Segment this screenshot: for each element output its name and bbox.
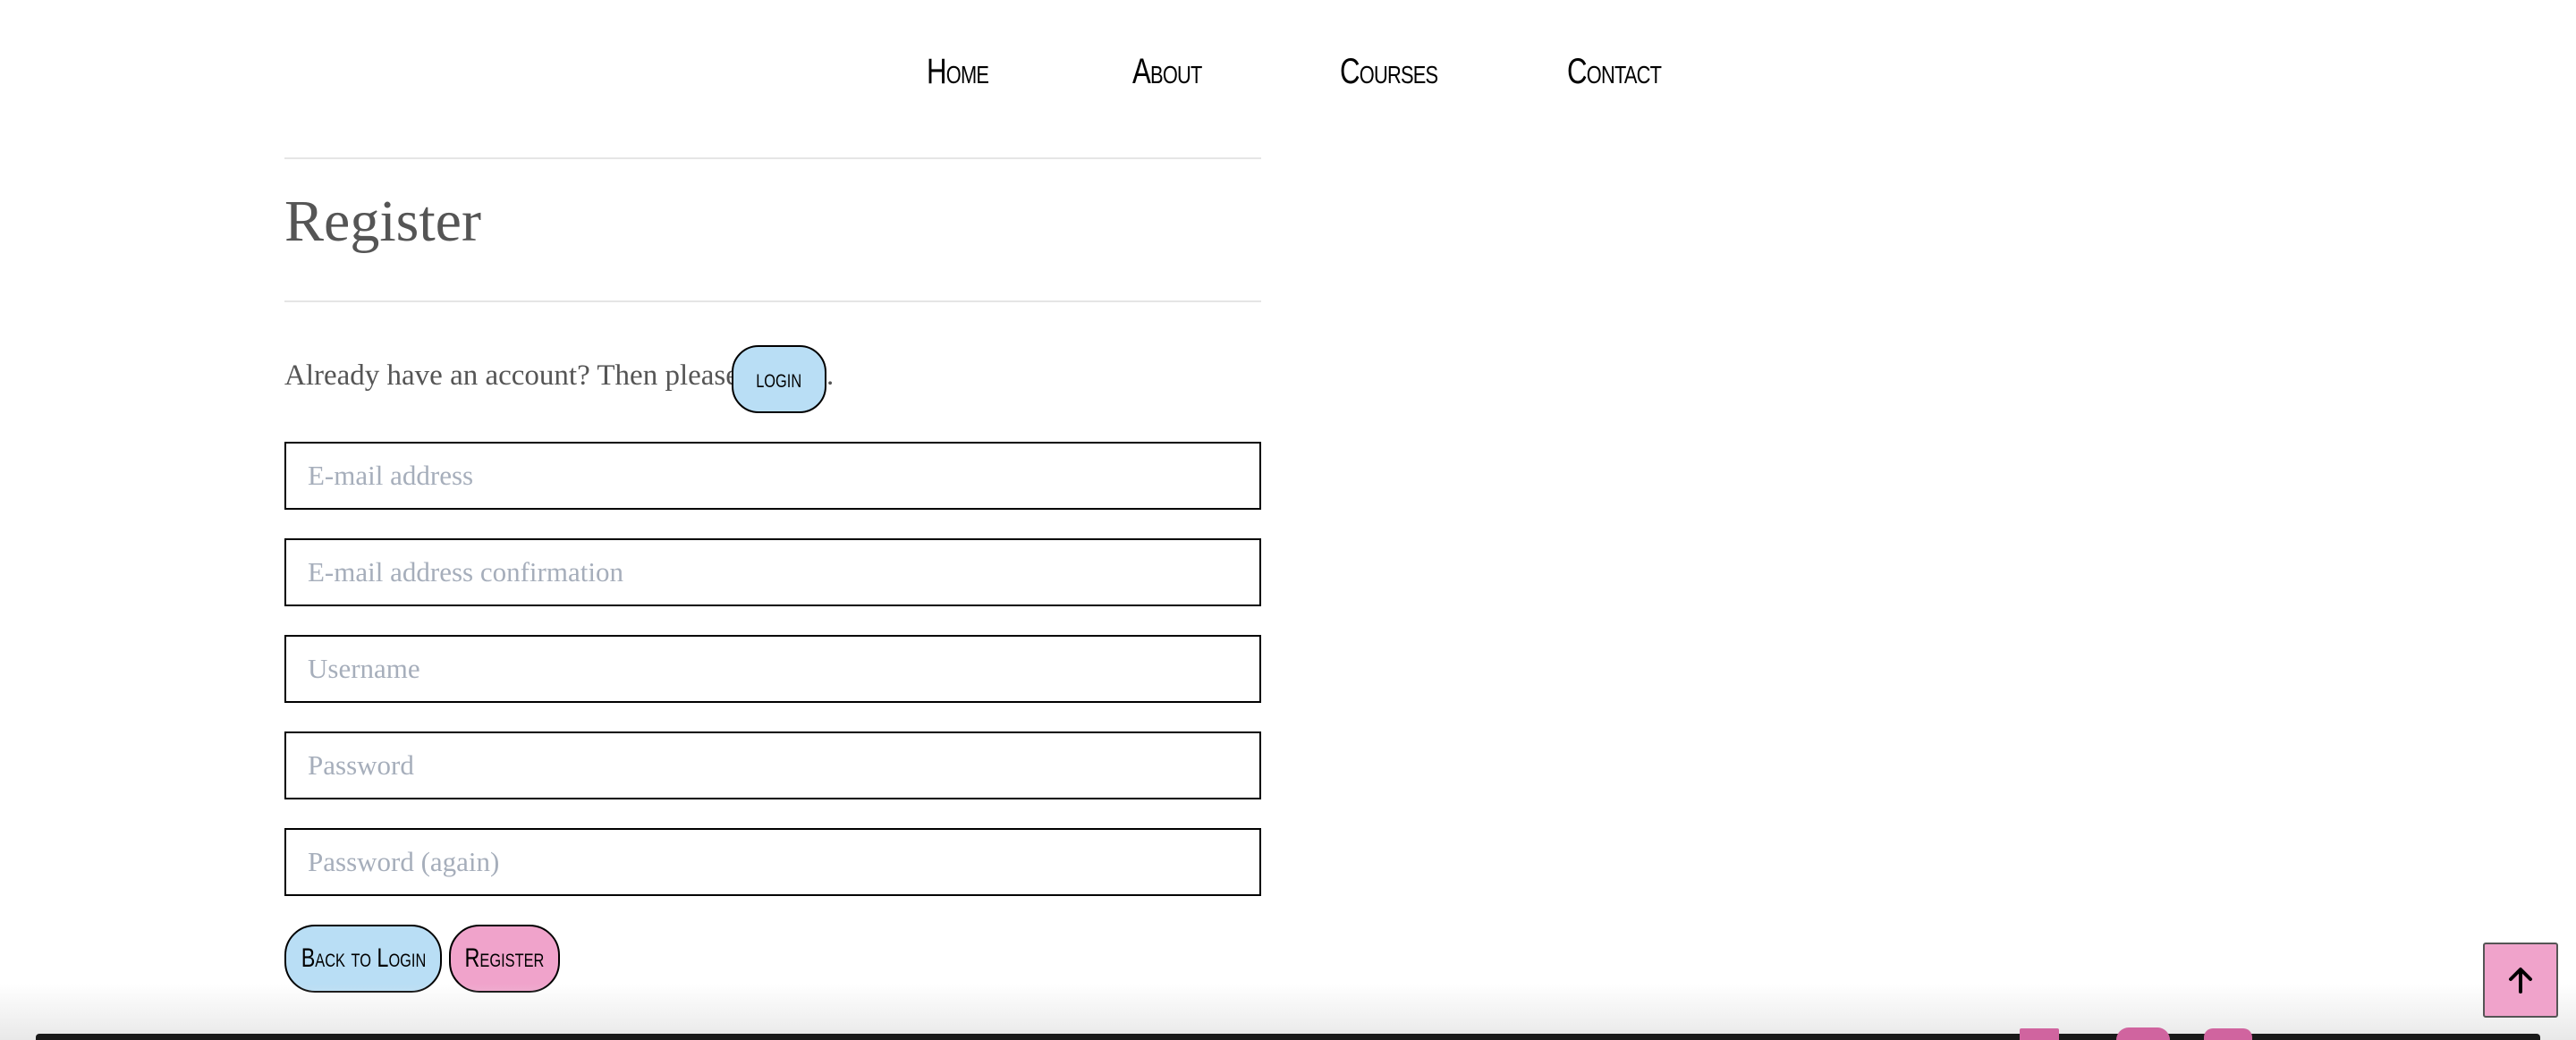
- login-button-label: login: [756, 364, 802, 393]
- footer-shadow: [0, 984, 2576, 1040]
- email-field[interactable]: [284, 442, 1261, 510]
- nav-item-contact[interactable]: Contact: [1567, 47, 1662, 97]
- back-to-login-button[interactable]: Back to Login: [284, 925, 442, 993]
- footer-social-icon[interactable]: [2204, 1028, 2252, 1040]
- password-again-field[interactable]: [284, 828, 1261, 896]
- register-button[interactable]: Register: [449, 925, 560, 993]
- register-button-label: Register: [464, 943, 545, 973]
- footer-social-icon[interactable]: [2116, 1027, 2170, 1040]
- login-prompt: Already have an account? Then please .: [284, 351, 834, 401]
- login-prompt-period: .: [826, 359, 835, 392]
- scroll-to-top-button[interactable]: [2483, 943, 2558, 1018]
- login-prompt-text: Already have an account? Then please: [284, 359, 739, 392]
- password-field[interactable]: [284, 731, 1261, 799]
- back-to-login-label: Back to Login: [301, 943, 426, 973]
- divider-middle: [284, 300, 1261, 302]
- nav-item-about[interactable]: About: [1132, 47, 1202, 97]
- email-confirm-field[interactable]: [284, 538, 1261, 606]
- divider-top: [284, 157, 1261, 159]
- main-nav: Home About Courses Contact: [0, 0, 2576, 143]
- nav-item-courses[interactable]: Courses: [1340, 47, 1438, 97]
- username-field[interactable]: [284, 635, 1261, 703]
- footer-social-icon[interactable]: [2020, 1028, 2059, 1040]
- nav-item-home[interactable]: Home: [927, 47, 989, 97]
- page-title: Register: [284, 189, 481, 254]
- login-button[interactable]: login: [732, 345, 826, 413]
- arrow-up-icon: [2509, 968, 2532, 993]
